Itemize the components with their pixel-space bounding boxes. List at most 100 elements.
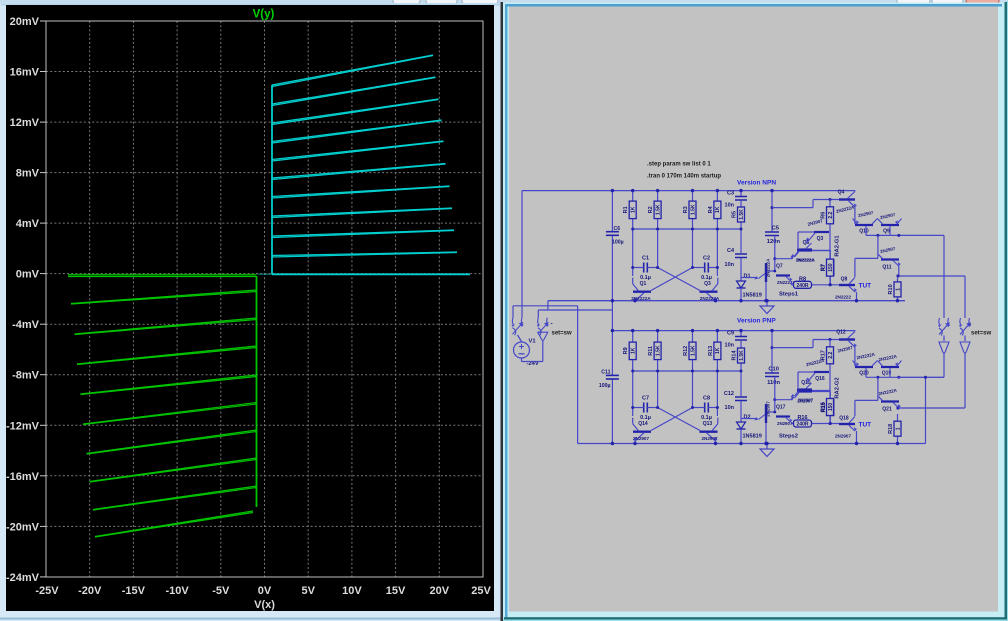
svg-text:10n: 10n (725, 343, 735, 349)
svg-text:C11: C11 (601, 370, 610, 376)
svg-text:0V: 0V (258, 585, 272, 597)
svg-text:2N2222A: 2N2222A (766, 258, 771, 277)
svg-text:Q21: Q21 (882, 407, 892, 413)
svg-text:Q20: Q20 (859, 371, 869, 377)
svg-text:20mV: 20mV (10, 16, 40, 28)
svg-text:D2: D2 (744, 415, 751, 421)
svg-text:C6: C6 (614, 226, 621, 232)
svg-text:1: 1 (895, 427, 901, 430)
svg-text:C12: C12 (724, 391, 734, 397)
svg-text:C3: C3 (727, 191, 734, 197)
svg-text:-24mV: -24mV (6, 572, 40, 584)
svg-text:R16: R16 (797, 415, 807, 421)
svg-text:15V: 15V (386, 585, 406, 597)
svg-text:-: - (969, 321, 971, 328)
svg-text:120n: 120n (767, 239, 781, 245)
svg-text:100µ: 100µ (599, 383, 611, 389)
svg-text:TUT: TUT (859, 422, 872, 429)
svg-text:2N2907: 2N2907 (777, 421, 793, 426)
svg-text:V1: V1 (529, 339, 537, 345)
svg-text:RA2-G1: RA2-G1 (835, 235, 841, 257)
svg-text:0mV: 0mV (16, 269, 40, 281)
svg-text:1.5K: 1.5K (739, 350, 745, 361)
svg-text:-12mV: -12mV (6, 420, 40, 432)
svg-text:Q10: Q10 (859, 229, 869, 235)
svg-text:Version NPN: Version NPN (737, 180, 776, 187)
svg-text:Q4: Q4 (838, 190, 845, 196)
svg-text:R13: R13 (708, 346, 714, 356)
svg-text:-20mV: -20mV (6, 521, 40, 533)
svg-text:Steps1: Steps1 (779, 292, 799, 298)
svg-text:C5: C5 (772, 226, 780, 232)
svg-text:D1: D1 (744, 274, 751, 280)
svg-text:1K: 1K (715, 347, 721, 354)
svg-text:1.5K: 1.5K (655, 345, 661, 356)
svg-text:R18: R18 (888, 424, 894, 434)
svg-text:R4: R4 (708, 205, 714, 213)
svg-text:2N2222: 2N2222 (835, 295, 852, 300)
svg-text:2N2907: 2N2907 (798, 398, 814, 403)
svg-text:150: 150 (828, 263, 834, 272)
svg-text:-10V: -10V (165, 585, 189, 597)
svg-text:R9: R9 (623, 347, 629, 354)
svg-text:C9: C9 (727, 331, 734, 337)
svg-text:1K: 1K (715, 206, 721, 213)
svg-text:C8: C8 (703, 396, 710, 402)
svg-text:20V: 20V (430, 585, 450, 597)
svg-text:1N5819: 1N5819 (743, 293, 762, 299)
svg-text:set=sw: set=sw (552, 331, 573, 337)
svg-text:1: 1 (895, 288, 901, 291)
svg-text:R11: R11 (648, 346, 654, 356)
svg-text:-4mV: -4mV (12, 319, 40, 331)
svg-text:12mV: 12mV (10, 117, 40, 129)
svg-text:240R: 240R (797, 283, 809, 289)
svg-text:Q13: Q13 (703, 421, 713, 427)
svg-text:-16mV: -16mV (6, 471, 40, 483)
svg-text:set=sw: set=sw (971, 331, 992, 337)
svg-text:2.2: 2.2 (828, 212, 834, 219)
svg-text:R14: R14 (732, 350, 738, 361)
svg-text:R10: R10 (888, 284, 894, 294)
svg-text:R8: R8 (799, 276, 806, 282)
svg-text:-: - (551, 321, 553, 328)
svg-text:2N2907: 2N2907 (835, 434, 852, 439)
svg-text:Q3: Q3 (704, 281, 711, 287)
svg-text:Q18: Q18 (839, 416, 849, 422)
svg-text:-8mV: -8mV (12, 370, 40, 382)
svg-text:R1: R1 (623, 206, 629, 213)
svg-text:R12: R12 (683, 346, 689, 356)
svg-text:Q12: Q12 (836, 330, 846, 336)
svg-text:R2: R2 (648, 206, 654, 213)
svg-text:R5: R5 (732, 211, 738, 218)
svg-text:Q3: Q3 (817, 236, 824, 242)
svg-text:.step param sw list 0 1: .step param sw list 0 1 (647, 162, 711, 168)
svg-text:Q9: Q9 (883, 229, 890, 235)
svg-text:V(y): V(y) (253, 9, 275, 21)
svg-text:5V: 5V (301, 585, 315, 597)
svg-text:1K: 1K (631, 206, 637, 213)
svg-text:.tran 0 170m 140m startup: .tran 0 170m 140m startup (647, 174, 721, 180)
svg-text:10V: 10V (342, 585, 362, 597)
svg-text:150: 150 (828, 403, 834, 412)
svg-text:8mV: 8mV (16, 168, 40, 180)
svg-text:2.2: 2.2 (828, 352, 834, 359)
svg-text:1.5K: 1.5K (655, 204, 661, 215)
svg-text:0.1µ: 0.1µ (640, 415, 651, 421)
svg-text:1.5K: 1.5K (690, 345, 696, 356)
svg-text:V(x): V(x) (254, 599, 275, 611)
svg-text:RA2-G2: RA2-G2 (835, 377, 841, 398)
svg-text:1.5K: 1.5K (739, 209, 745, 220)
svg-text:10n: 10n (725, 203, 735, 209)
svg-text:1K: 1K (631, 347, 637, 354)
svg-text:2N2907: 2N2907 (766, 401, 771, 417)
svg-text:240R: 240R (797, 422, 809, 428)
svg-text:100µ: 100µ (612, 240, 624, 246)
svg-text:C7: C7 (642, 396, 649, 402)
svg-text:Steps2: Steps2 (779, 434, 798, 440)
svg-text:Q11: Q11 (882, 265, 891, 271)
svg-text:0.1µ: 0.1µ (640, 275, 651, 281)
svg-text:Q14: Q14 (638, 421, 648, 427)
svg-text:110n: 110n (767, 380, 780, 386)
svg-text:R3: R3 (683, 206, 689, 213)
svg-text:-20V: -20V (78, 585, 102, 597)
